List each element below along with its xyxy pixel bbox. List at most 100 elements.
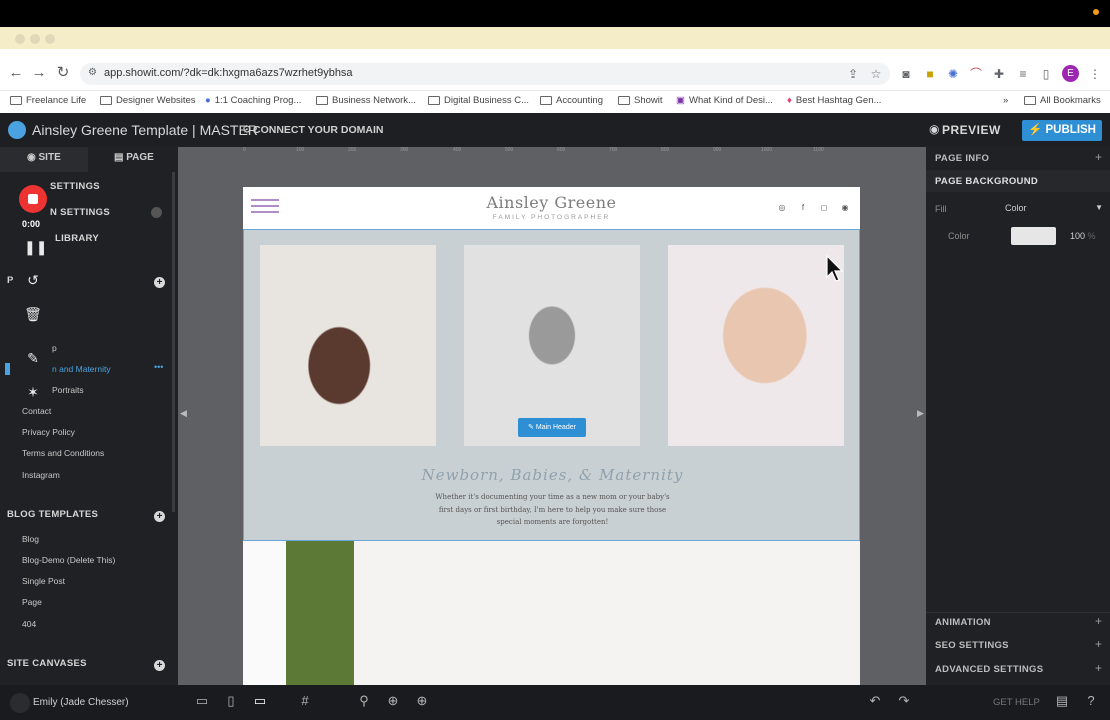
user-name[interactable]: Emily (Jade Chesser) [33,697,129,708]
restart-icon[interactable]: ↺ [24,271,42,289]
trash-icon[interactable]: 🗑 [24,305,42,323]
sidebar-page-portraits[interactable]: Portraits [52,385,84,395]
mobile-view-icon[interactable]: ▯ [222,692,240,710]
get-help-link[interactable]: GET HELP [993,697,1040,708]
connect-domain-button[interactable]: CONNECT YOUR DOMAIN [253,124,383,136]
sidebar-page-template[interactable]: Page [22,597,42,607]
expand-page-info-icon[interactable]: + [1095,150,1102,164]
animation-heading[interactable]: ANIMATION [935,617,991,628]
bookmark-folder[interactable]: Designer Websites [100,95,196,106]
pen-icon[interactable]: ✎ [24,349,42,367]
preview-button[interactable]: PREVIEW [942,123,1001,137]
page-background-heading[interactable]: PAGE BACKGROUND [935,176,1038,187]
color-swatch[interactable] [1011,227,1056,245]
sidebar-404[interactable]: 404 [22,619,36,629]
tablet-view-icon[interactable]: ▭ [193,692,211,710]
docs-icon[interactable]: ▤ [1053,692,1071,710]
window-minimize-button[interactable] [30,34,40,44]
reload-icon[interactable]: ↻ [53,63,73,83]
chat-icon[interactable]: ? [1082,692,1100,710]
facebook-icon[interactable]: f [798,203,808,213]
puzzle-icon[interactable]: ✚ [991,66,1007,82]
bookmark-folder[interactable]: Accounting [540,95,603,106]
publish-button[interactable]: ⚡ PUBLISH [1022,120,1102,141]
sidebar-page-newborn[interactable]: n and Maternity [52,364,111,374]
collapse-left-icon[interactable]: ◀ [180,408,187,419]
sidebar-single-post[interactable]: Single Post [22,576,65,586]
showit-logo-icon[interactable] [8,121,26,139]
pause-icon[interactable]: ❚❚ [24,238,47,256]
pages-heading: P [7,275,14,286]
sidepanel-icon[interactable]: ▯ [1038,66,1054,82]
bookmarks-overflow[interactable]: » [1003,95,1008,106]
grid-icon[interactable]: # [296,692,314,710]
toggle-icon[interactable] [151,207,162,218]
sidebar-page-privacy[interactable]: Privacy Policy [22,427,75,437]
share-icon[interactable]: ⇪ [845,66,861,82]
main-header-section[interactable]: ✎ Main Header Newborn, Babies, & Materni… [243,229,860,541]
pinterest-icon[interactable]: ◎ [777,203,787,213]
collapse-right-icon[interactable]: ▶ [917,408,924,419]
sidebar-library[interactable]: LIBRARY [55,233,99,244]
bookmark-link[interactable]: ▣ What Kind of Desi... [676,95,773,106]
bookmark-folder[interactable]: Digital Business C... [428,95,529,106]
page-preview[interactable]: Ainsley Greene FAMILY PHOTOGRAPHER ◎ f ◻… [243,187,860,687]
back-icon[interactable]: ← [6,63,26,83]
hamburger-menu-icon[interactable] [251,199,279,213]
window-close-button[interactable] [15,34,25,44]
sidebar-page-item[interactable]: p [52,343,57,353]
forward-icon[interactable]: → [29,63,49,83]
site-info-icon[interactable]: ⚙ [88,67,97,78]
gear-extension-icon[interactable]: ✺ [945,66,961,82]
sidebar-design-settings[interactable]: N SETTINGS [50,207,110,218]
bookmark-folder[interactable]: Business Network... [316,95,416,106]
sidebar-page-terms[interactable]: Terms and Conditions [22,448,104,458]
stop-recording-button[interactable] [19,185,47,213]
expand-animation-icon[interactable]: + [1095,614,1102,628]
bookmark-star-icon[interactable]: ☆ [868,66,884,82]
sidebar-scrollbar[interactable] [172,172,175,512]
page-info-heading[interactable]: PAGE INFO [935,153,989,164]
bookmark-folder[interactable]: Freelance Life [10,95,86,106]
bookmark-link[interactable]: ♦ Best Hashtag Gen... [787,95,881,106]
redo-icon[interactable]: ↷ [895,692,913,710]
zoom-in-icon[interactable]: ⊕ [413,692,431,710]
zoom-out-icon[interactable]: ⚲ [355,692,373,710]
camera-extension-icon[interactable]: ◙ [898,66,914,82]
desktop-view-icon[interactable]: ▭ [251,692,269,710]
window-maximize-button[interactable] [45,34,55,44]
opacity-value[interactable]: 100 % [1070,231,1096,241]
canvas-tag-label: Main Header [535,424,576,431]
seo-settings-heading[interactable]: SEO SETTINGS [935,640,1009,651]
bookmark-folder[interactable]: Showit [618,95,663,106]
main-header-canvas-tag[interactable]: ✎ Main Header [518,418,586,437]
add-canvas-icon[interactable]: + [154,660,165,671]
fill-select[interactable]: Color ▼ [1005,200,1103,216]
add-blog-template-icon[interactable]: + [154,511,165,522]
user-avatar[interactable] [10,693,30,713]
effects-icon[interactable]: ✶ [24,383,42,401]
page-options-icon[interactable]: ••• [154,362,163,372]
arc-extension-icon[interactable]: ⌒ [968,66,984,82]
profile-avatar[interactable]: E [1062,65,1079,82]
add-page-icon[interactable]: + [154,277,165,288]
sidebar-page-instagram[interactable]: Instagram [22,470,60,480]
bookmark-link[interactable]: ● 1:1 Coaching Prog... [205,95,301,106]
sidebar-blog-demo[interactable]: Blog-Demo (Delete This) [22,555,115,565]
advanced-settings-heading[interactable]: ADVANCED SETTINGS [935,664,1043,675]
tab-page[interactable]: ▤ PAGE [114,152,154,163]
all-bookmarks[interactable]: All Bookmarks [1024,95,1101,106]
instagram-icon[interactable]: ◻ [819,203,829,213]
email-icon[interactable]: ◉ [840,203,850,213]
zoom-fit-icon[interactable]: ⊕ [384,692,402,710]
sidebar-blog[interactable]: Blog [22,534,39,544]
undo-icon[interactable]: ↶ [866,692,884,710]
site-header[interactable]: Ainsley Greene FAMILY PHOTOGRAPHER ◎ f ◻… [243,187,860,229]
expand-advanced-icon[interactable]: + [1095,661,1102,675]
media-icon[interactable]: ≡ [1015,66,1031,82]
sidebar-settings[interactable]: SETTINGS [50,181,100,192]
tab-site[interactable]: ◉ SITE [27,152,61,163]
expand-seo-icon[interactable]: + [1095,637,1102,651]
menu-kebab-icon[interactable]: ⋮ [1087,66,1103,82]
extension-icon[interactable]: ■ [922,66,938,82]
